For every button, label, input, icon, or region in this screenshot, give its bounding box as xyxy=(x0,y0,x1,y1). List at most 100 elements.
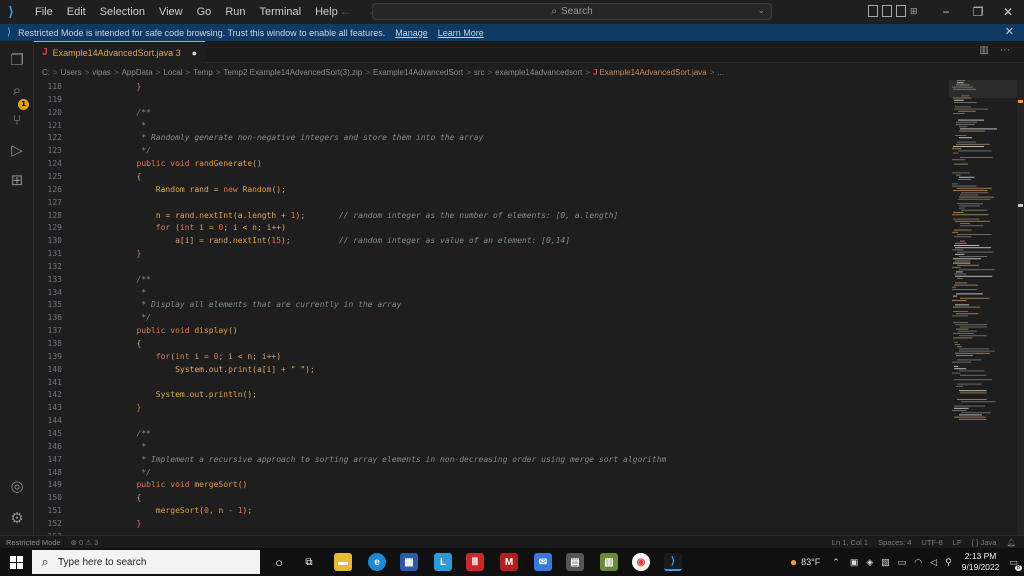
more-actions-icon[interactable]: ⋯ xyxy=(1000,45,1014,56)
code-line[interactable]: 148 */ xyxy=(34,467,949,480)
taskbar-search-box[interactable]: ⌕ Type here to search xyxy=(32,550,260,574)
code-text[interactable]: /** xyxy=(98,274,151,287)
file-explorer-icon[interactable]: ▬ xyxy=(334,553,352,571)
code-line[interactable]: 134 * xyxy=(34,287,949,300)
restore-button[interactable]: ❐ xyxy=(962,0,994,24)
chevron-down-icon[interactable]: ⌄ xyxy=(757,5,765,16)
vertical-scrollbar[interactable] xyxy=(1017,80,1024,535)
tray-app-icon[interactable]: ▣ xyxy=(850,557,859,568)
code-line[interactable]: 120 /** xyxy=(34,107,949,120)
breadcrumb-item[interactable]: src xyxy=(474,68,485,77)
close-icon[interactable]: ✕ xyxy=(1005,25,1014,38)
show-hidden-icons-icon[interactable]: ⌃ xyxy=(832,557,840,568)
menu-item-terminal[interactable]: Terminal xyxy=(253,0,309,24)
code-text[interactable]: */ xyxy=(98,467,151,480)
code-line[interactable]: 149 public void mergeSort() xyxy=(34,479,949,492)
code-line[interactable]: 122 * Randomly generate non-negative int… xyxy=(34,132,949,145)
code-line[interactable]: 128 n = rand.nextInt(a.length + 1); // r… xyxy=(34,210,949,223)
menu-item-go[interactable]: Go xyxy=(190,0,219,24)
command-center-search[interactable]: ⌕ Search ⌄ xyxy=(372,3,772,20)
cortana-icon[interactable]: ○ xyxy=(270,553,288,571)
breadcrumb-item[interactable]: example14advancedsort xyxy=(495,68,582,77)
code-text[interactable]: * xyxy=(98,120,146,133)
breadcrumb-item[interactable]: Example14AdvancedSort xyxy=(373,68,463,77)
menu-item-run[interactable]: Run xyxy=(218,0,252,24)
calendar-icon[interactable]: ▤ xyxy=(566,553,584,571)
code-text[interactable]: /** xyxy=(98,107,151,120)
code-line[interactable]: 139 for(int i = 0; i < n; i++) xyxy=(34,351,949,364)
code-line[interactable]: 127 xyxy=(34,197,949,210)
editor-actions[interactable]: ▥ ⋯ xyxy=(979,45,1014,56)
code-line[interactable]: 142 System.out.println(); xyxy=(34,389,949,402)
code-line[interactable]: 141 xyxy=(34,377,949,390)
settings-gear-icon[interactable]: ⚙ xyxy=(0,503,34,533)
breadcrumb-item[interactable]: Users xyxy=(61,68,82,77)
mail-icon[interactable]: ✉ xyxy=(534,553,552,571)
code-text[interactable]: { xyxy=(98,492,142,505)
encoding[interactable]: UTF-8 xyxy=(921,538,942,547)
modified-indicator[interactable]: ● xyxy=(192,48,197,58)
breadcrumb-item[interactable]: Temp2 Example14AdvancedSort(3).zip xyxy=(223,68,362,77)
code-line[interactable]: 147 * Implement a recursive approach to … xyxy=(34,454,949,467)
explorer-icon[interactable]: ❐ xyxy=(0,45,34,75)
breadcrumb-item[interactable]: vipas xyxy=(92,68,111,77)
code-line[interactable]: 130 a[i] = rand.nextInt(15); // random i… xyxy=(34,235,949,248)
code-line[interactable]: 136 */ xyxy=(34,312,949,325)
code-text[interactable]: */ xyxy=(98,145,151,158)
close-button[interactable]: ✕ xyxy=(992,0,1024,24)
code-text[interactable]: mergeSort(0, n - 1); xyxy=(98,505,252,518)
menu-item-view[interactable]: View xyxy=(152,0,190,24)
tab-example14advancedsort[interactable]: J Example14AdvancedSort.java 3 ● xyxy=(34,41,206,63)
cursor-position[interactable]: Ln 1, Col 1 xyxy=(832,538,868,547)
code-line[interactable]: 138 { xyxy=(34,338,949,351)
minimap-viewport[interactable] xyxy=(949,80,1017,98)
code-line[interactable]: 145 /** xyxy=(34,428,949,441)
code-line[interactable]: 124 public void randGenerate() xyxy=(34,158,949,171)
code-text[interactable]: * xyxy=(98,287,146,300)
code-text[interactable]: public void display() xyxy=(98,325,238,338)
volume-icon[interactable]: ◁ xyxy=(930,557,937,568)
code-line[interactable]: 140 System.out.print(a[i] + " "); xyxy=(34,364,949,377)
code-line[interactable]: 119 xyxy=(34,94,949,107)
code-text[interactable]: } xyxy=(98,402,142,415)
code-line[interactable]: 152 } xyxy=(34,518,949,531)
code-text[interactable]: for(int i = 0; i < n; i++) xyxy=(98,351,281,364)
code-text[interactable]: * xyxy=(98,441,146,454)
mcafee-icon[interactable]: M xyxy=(500,553,518,571)
breadcrumb-item[interactable]: Temp xyxy=(193,68,213,77)
search-icon[interactable]: ⌕ xyxy=(0,75,34,105)
temperature[interactable]: 83°F xyxy=(801,557,820,567)
code-line[interactable]: 144 xyxy=(34,415,949,428)
manage-link[interactable]: Manage xyxy=(395,28,428,38)
minimize-button[interactable]: − xyxy=(930,0,962,24)
code-line[interactable]: 123 */ xyxy=(34,145,949,158)
toggle-secondary-sidebar-icon[interactable] xyxy=(896,5,906,17)
tray-app-icon[interactable]: ⚲ xyxy=(945,557,952,568)
restricted-mode-indicator[interactable]: Restricted Mode xyxy=(6,538,61,547)
microsoft-store-icon[interactable]: ▦ xyxy=(400,553,418,571)
code-line[interactable]: 129 for (int i = 0; i < n; i++) xyxy=(34,222,949,235)
menu-item-file[interactable]: File xyxy=(28,0,60,24)
learn-more-link[interactable]: Learn More xyxy=(438,28,484,38)
tray-app-icon[interactable]: ▧ xyxy=(881,557,890,568)
language-mode[interactable]: { } Java xyxy=(971,538,996,547)
l-app-icon[interactable]: L xyxy=(434,553,452,571)
breadcrumb-item[interactable]: Example14AdvancedSort.java xyxy=(599,68,706,77)
code-text[interactable]: public void mergeSort() xyxy=(98,479,248,492)
breadcrumb-item[interactable]: ... xyxy=(717,68,724,77)
extensions-icon[interactable]: ⊞ xyxy=(0,165,34,195)
layout-controls[interactable]: ⊞ xyxy=(868,5,920,17)
breadcrumb-item[interactable]: C: xyxy=(42,68,50,77)
code-line[interactable]: 126 Random rand = new Random(); xyxy=(34,184,949,197)
notifications-bell-icon[interactable]: 🔔︎ xyxy=(1006,538,1016,547)
customize-layout-icon[interactable]: ⊞ xyxy=(910,5,920,17)
indentation[interactable]: Spaces: 4 xyxy=(878,538,911,547)
code-text[interactable]: n = rand.nextInt(a.length + 1); // rando… xyxy=(98,210,618,223)
code-text[interactable]: for (int i = 0; i < n; i++) xyxy=(98,222,286,235)
code-line[interactable]: 146 * xyxy=(34,441,949,454)
red-app-icon[interactable]: Ⅲ xyxy=(466,553,484,571)
code-text[interactable]: a[i] = rand.nextInt(15); // random integ… xyxy=(98,235,570,248)
code-line[interactable]: 132 xyxy=(34,261,949,274)
vscode-taskbar-icon[interactable]: ⟩ xyxy=(664,553,682,571)
code-line[interactable]: 143 } xyxy=(34,402,949,415)
